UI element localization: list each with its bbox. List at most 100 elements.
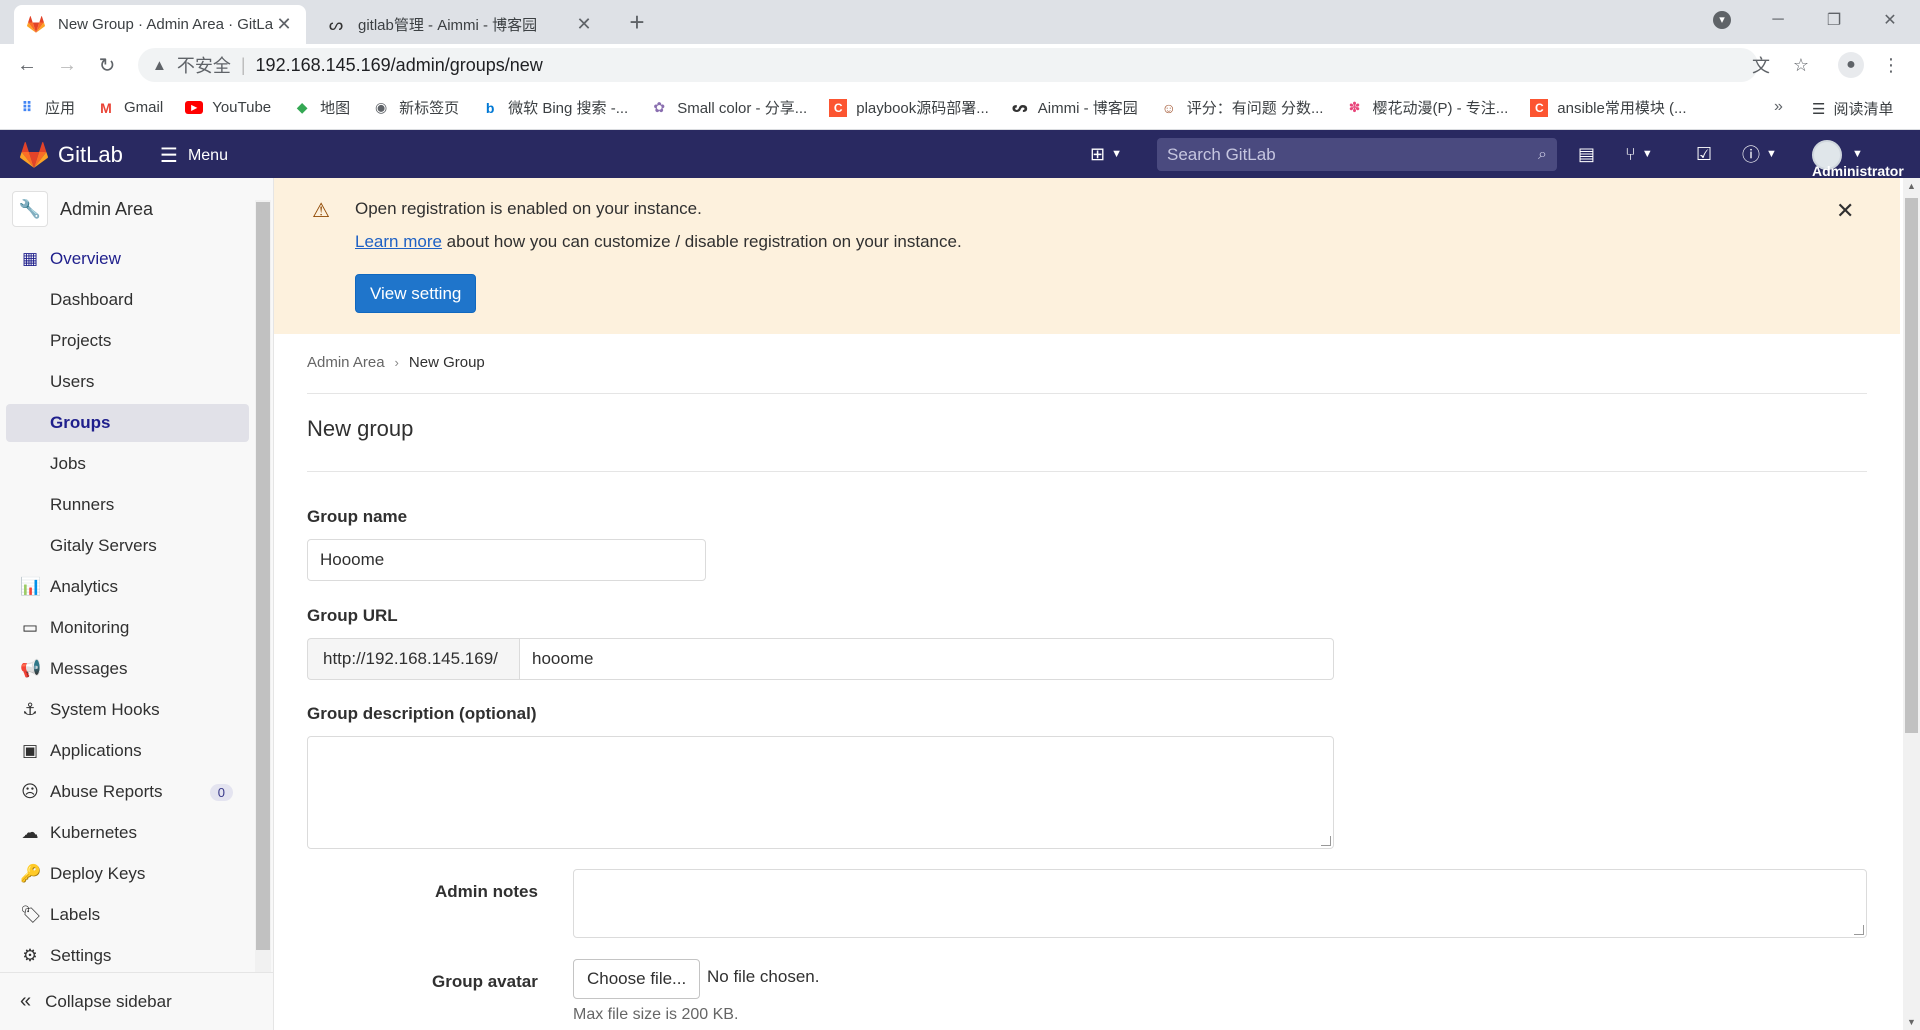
issues-icon[interactable]: ▤: [1578, 142, 1595, 166]
sidebar-item-deploy-keys[interactable]: 🔑 Deploy Keys: [6, 855, 249, 893]
main-menu-button[interactable]: ☰ Menu: [160, 143, 228, 168]
csdn-icon: C: [829, 98, 848, 117]
sidebar-item-users[interactable]: Users: [6, 363, 249, 401]
browser-toolbar: ← → ↻ ▲ 不安全 | 192.168.145.169/admin/grou…: [0, 44, 1920, 86]
collapse-sidebar-button[interactable]: « Collapse sidebar: [0, 972, 273, 1030]
page-title: New group: [307, 416, 414, 441]
sidebar-item-overview[interactable]: ▦ Overview: [6, 240, 249, 278]
translate-icon[interactable]: 文: [1746, 48, 1776, 82]
admin-notes-textarea[interactable]: [573, 869, 1867, 938]
gmail-icon: M: [100, 99, 112, 116]
group-name-input[interactable]: Hooome: [307, 539, 706, 581]
close-icon[interactable]: ✕: [1836, 198, 1854, 224]
bookmark-ansible[interactable]: Cansible常用模块 (...: [1530, 97, 1687, 118]
group-description-textarea[interactable]: [307, 736, 1334, 849]
bookmark-smallcolor[interactable]: ✿ Small color - 分享...: [650, 97, 807, 118]
reading-list-button[interactable]: ☰ 阅读清单: [1812, 98, 1893, 119]
sidebar-item-jobs[interactable]: Jobs: [6, 445, 249, 483]
search-input[interactable]: [1167, 144, 1539, 165]
sidebar-item-kubernetes[interactable]: ☁ Kubernetes: [6, 814, 249, 852]
address-bar[interactable]: ▲ 不安全 | 192.168.145.169/admin/groups/new: [138, 48, 1758, 82]
sidebar-item-settings[interactable]: ⚙ Settings: [6, 937, 249, 975]
todos-icon[interactable]: ☑: [1696, 142, 1712, 166]
sidebar-item-analytics[interactable]: 📊 Analytics: [6, 568, 249, 606]
apps-grid-icon: ⠿: [21, 99, 33, 115]
help-icon[interactable]: ⓘ ▼: [1742, 142, 1777, 166]
bookmark-sakura[interactable]: ✽ 樱花动漫(P) - 专注...: [1345, 97, 1509, 118]
gitlab-logo-icon: [20, 142, 48, 168]
gitlab-top-bar: GitLab ☰ Menu ⊞ ▼ ⌕ ▤ ⑂ ▼ ☑ ⓘ ▼ ▼ Admini…: [0, 130, 1920, 179]
learn-more-link[interactable]: Learn more: [355, 232, 442, 251]
reload-icon[interactable]: ↻: [92, 50, 122, 80]
forward-icon[interactable]: →: [52, 50, 82, 80]
gitlab-home-link[interactable]: GitLab: [20, 142, 123, 168]
sidebar-item-gitaly-servers[interactable]: Gitaly Servers: [6, 527, 249, 565]
group-url-prefix: http://192.168.145.169/: [307, 638, 520, 680]
bookmark-newtab[interactable]: ◉ 新标签页: [372, 97, 459, 118]
hook-icon: ⚓: [22, 700, 38, 719]
bookmark-maps[interactable]: ◆ 地图: [293, 97, 350, 118]
restore-icon[interactable]: ❐: [1806, 0, 1862, 40]
search-icon: ⌕: [1538, 145, 1547, 163]
bookmark-playbook[interactable]: Cplaybook源码部署...: [829, 97, 989, 118]
tab-close-icon[interactable]: ✕: [574, 14, 594, 35]
sidebar-item-dashboard[interactable]: Dashboard: [6, 281, 249, 319]
key-icon: 🔑: [20, 864, 42, 883]
back-icon[interactable]: ←: [12, 50, 42, 80]
new-dropdown-icon[interactable]: ⊞ ▼: [1090, 142, 1122, 166]
sidebar-item-abuse-reports[interactable]: ☹ Abuse Reports 0: [6, 773, 249, 811]
bookmark-youtube[interactable]: ▶ YouTube: [185, 99, 271, 117]
sidebar-scrollbar[interactable]: [255, 200, 271, 972]
breadcrumb-parent[interactable]: Admin Area: [307, 354, 385, 371]
sidebar-context-header[interactable]: 🔧 Admin Area: [12, 191, 153, 227]
divider: [307, 393, 1867, 394]
new-tab-button[interactable]: +: [622, 8, 652, 38]
bookmark-star-icon[interactable]: ☆: [1786, 48, 1816, 82]
group-url-input[interactable]: hooome: [519, 638, 1334, 680]
sidebar-item-messages[interactable]: 📢 Messages: [6, 650, 249, 688]
label-icon: 🏷: [20, 905, 42, 924]
sidebar-item-labels[interactable]: 🏷 Labels: [6, 896, 249, 934]
close-window-icon[interactable]: ✕: [1862, 0, 1918, 40]
bookmark-bing[interactable]: b 微软 Bing 搜索 -...: [481, 97, 628, 118]
user-name: Administrator: [1812, 163, 1904, 179]
bing-icon: b: [485, 99, 495, 116]
merge-requests-icon[interactable]: ⑂ ▼: [1625, 142, 1653, 166]
sidebar-item-projects[interactable]: Projects: [6, 322, 249, 360]
account-icon[interactable]: ●: [1836, 48, 1866, 82]
tab-close-icon[interactable]: ✕: [274, 14, 294, 35]
search-box[interactable]: ⌕: [1157, 138, 1557, 171]
bookmark-gmail[interactable]: M Gmail: [97, 99, 163, 117]
choose-file-button[interactable]: Choose file...: [573, 959, 701, 999]
overview-icon: ▦: [21, 249, 39, 268]
profile-menu-icon[interactable]: ▾: [1694, 0, 1750, 40]
bookmarks-more-icon[interactable]: »: [1774, 98, 1783, 116]
browser-tab-active[interactable]: New Group · Admin Area · GitLab ✕: [14, 5, 306, 44]
browser-menu-icon[interactable]: ⋮: [1876, 48, 1906, 82]
bookmark-aimmi[interactable]: ᔕ Aimmi - 博客园: [1011, 97, 1138, 118]
minimize-icon[interactable]: ─: [1750, 0, 1806, 40]
cnblogs-favicon-icon: ᔕ: [328, 16, 344, 34]
scroll-up-icon[interactable]: ▲: [1903, 181, 1920, 191]
flower-icon: ✽: [1348, 99, 1361, 115]
sidebar-item-groups[interactable]: Groups: [6, 404, 249, 442]
abuse-count-badge: 0: [209, 783, 233, 801]
bookmark-score[interactable]: ☺ 评分：有问题 分数...: [1160, 97, 1324, 118]
sidebar-item-system-hooks[interactable]: ⚓ System Hooks: [6, 691, 249, 729]
scrollbar-thumb[interactable]: [1905, 198, 1918, 733]
scroll-down-icon[interactable]: ▼: [1903, 1017, 1920, 1027]
admin-notes-label: Admin notes: [435, 882, 538, 901]
sidebar-item-monitoring[interactable]: ▭ Monitoring: [6, 609, 249, 647]
bookmark-apps[interactable]: ⠿ 应用: [18, 97, 75, 118]
resize-handle-icon[interactable]: [1854, 925, 1864, 935]
page-scrollbar[interactable]: ▲ ▼: [1903, 178, 1920, 1030]
sidebar-item-applications[interactable]: ▣ Applications: [6, 732, 249, 770]
megaphone-icon: 📢: [20, 659, 42, 678]
gitlab-favicon-icon: [26, 15, 46, 35]
maps-icon: ◆: [296, 99, 308, 115]
sidebar-item-runners[interactable]: Runners: [6, 486, 249, 524]
browser-tab[interactable]: ᔕ gitlab管理 - Aimmi - 博客园 ✕: [314, 5, 606, 44]
view-setting-button[interactable]: View setting: [355, 274, 477, 313]
breadcrumb: Admin Area › New Group: [307, 354, 485, 371]
resize-handle-icon[interactable]: [1321, 836, 1331, 846]
